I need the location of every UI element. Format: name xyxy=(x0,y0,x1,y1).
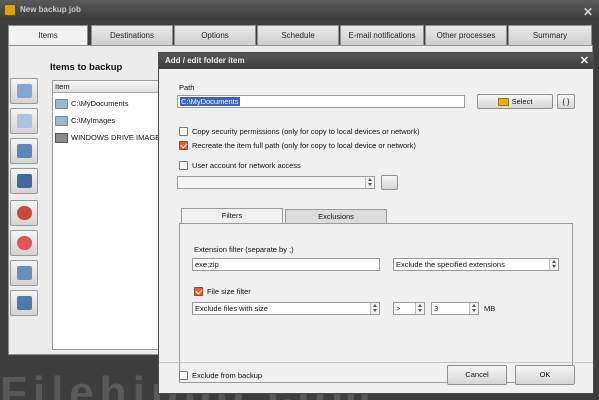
size-value: 3 xyxy=(434,304,439,313)
add-network-button[interactable] xyxy=(10,138,38,164)
size-value-spin-icon xyxy=(469,303,478,314)
folder-icon xyxy=(55,116,68,127)
size-operator-spin-icon xyxy=(415,303,424,314)
extension-mode-spin-icon xyxy=(549,259,558,270)
dialog-title-bar: Add / edit folder item ✕ xyxy=(159,53,593,69)
exclude-from-backup-label: Exclude from backup xyxy=(192,371,263,380)
variables-button[interactable]: { } xyxy=(557,94,575,109)
screen: New backup job ✕ Items Destinations Opti… xyxy=(0,0,599,400)
extension-filter-label: Extension filter (separate by ;) xyxy=(194,245,294,254)
app-logo-icon xyxy=(4,4,16,16)
extension-filter-input[interactable]: exe;zip xyxy=(192,258,380,271)
drive-image-icon xyxy=(55,133,68,144)
items-heading: Items to backup xyxy=(50,62,123,73)
size-value-stepper[interactable]: 3 xyxy=(431,302,479,315)
select-button-label: Select xyxy=(511,97,533,106)
tab-items[interactable]: Items xyxy=(8,25,88,46)
size-operator-value: > xyxy=(396,304,401,313)
dialog-title: Add / edit folder item xyxy=(165,56,245,65)
add-sql-icon xyxy=(17,206,32,220)
list-item[interactable]: WINDOWS DRIVE IMAGE xyxy=(55,131,160,145)
select-button[interactable]: Select xyxy=(477,94,553,109)
add-file-button[interactable] xyxy=(10,108,38,134)
add-registry-icon xyxy=(17,236,32,250)
items-list[interactable]: Item C:\MyDocuments C:\MyImages WINDOWS … xyxy=(52,80,162,350)
folder-open-icon xyxy=(497,98,509,107)
path-input[interactable]: C:\MyDocuments xyxy=(177,95,465,108)
size-mode-select[interactable]: Exclude files with size xyxy=(192,302,380,315)
add-file-icon xyxy=(17,114,32,128)
exclude-from-backup-checkbox[interactable] xyxy=(179,371,188,380)
dialog-close-icon[interactable]: ✕ xyxy=(580,53,589,69)
ok-button[interactable]: OK xyxy=(515,365,575,385)
add-sql-button[interactable] xyxy=(10,200,38,226)
size-mode-spin-icon xyxy=(370,303,379,314)
user-account-label: User account for network access xyxy=(192,161,301,170)
account-spin-icon xyxy=(365,177,374,188)
add-folder-icon xyxy=(17,84,32,98)
main-close-icon[interactable]: ✕ xyxy=(583,2,593,22)
tab-other-processes[interactable]: Other processes xyxy=(425,25,507,45)
file-size-filter-label: File size filter xyxy=(207,287,251,296)
list-item[interactable]: C:\MyImages xyxy=(55,114,115,128)
copy-item-button[interactable] xyxy=(10,290,38,316)
account-browse-button[interactable] xyxy=(381,175,398,190)
size-operator-select[interactable]: > xyxy=(393,302,425,315)
subtab-exclusions[interactable]: Exclusions xyxy=(285,209,387,224)
subtab-filters[interactable]: Filters xyxy=(181,208,283,224)
tab-destinations[interactable]: Destinations xyxy=(91,25,173,45)
extension-mode-select[interactable]: Exclude the specified extensions xyxy=(393,258,559,271)
add-folder-button[interactable] xyxy=(10,78,38,104)
tab-summary[interactable]: Summary xyxy=(508,25,592,45)
cancel-button[interactable]: Cancel xyxy=(447,365,507,385)
user-account-checkbox[interactable] xyxy=(179,161,188,170)
extension-filter-value: exe;zip xyxy=(195,260,219,269)
list-item-label: WINDOWS DRIVE IMAGE xyxy=(71,133,161,142)
list-item-label: C:\MyImages xyxy=(71,116,116,125)
copy-permissions-label: Copy security permissions (only for copy… xyxy=(192,127,420,136)
recreate-path-label: Recreate the item full path (only for co… xyxy=(192,141,416,150)
footer-divider xyxy=(159,362,593,363)
folder-icon xyxy=(55,99,68,110)
add-drive-image-icon xyxy=(17,174,32,188)
edit-item-button[interactable] xyxy=(10,260,38,286)
main-tab-bar: Items Destinations Options Schedule E-ma… xyxy=(8,25,593,46)
add-drive-image-button[interactable] xyxy=(10,168,38,194)
window-title: New backup job xyxy=(20,5,81,14)
copy-permissions-checkbox[interactable] xyxy=(179,127,188,136)
tab-email-notifications[interactable]: E-mail notifications xyxy=(340,25,424,45)
item-column-header[interactable]: Item xyxy=(53,81,161,93)
add-edit-folder-dialog: Add / edit folder item ✕ Path C:\MyDocum… xyxy=(158,52,594,394)
recreate-path-checkbox[interactable] xyxy=(179,141,188,150)
extension-mode-value: Exclude the specified extensions xyxy=(396,260,505,269)
path-label: Path xyxy=(179,83,195,92)
edit-icon xyxy=(17,266,32,280)
size-unit-label: MB xyxy=(484,304,496,313)
copy-icon xyxy=(17,296,32,310)
tab-schedule[interactable]: Schedule xyxy=(257,25,339,45)
main-title-bar: New backup job ✕ xyxy=(0,0,599,20)
account-select[interactable] xyxy=(177,176,375,189)
list-item[interactable]: C:\MyDocuments xyxy=(55,97,129,111)
tab-options[interactable]: Options xyxy=(174,25,256,45)
size-mode-value: Exclude files with size xyxy=(195,304,268,313)
add-network-icon xyxy=(17,144,32,158)
path-value: C:\MyDocuments xyxy=(180,97,240,106)
add-registry-button[interactable] xyxy=(10,230,38,256)
list-item-label: C:\MyDocuments xyxy=(71,99,129,108)
file-size-filter-checkbox[interactable] xyxy=(194,287,203,296)
